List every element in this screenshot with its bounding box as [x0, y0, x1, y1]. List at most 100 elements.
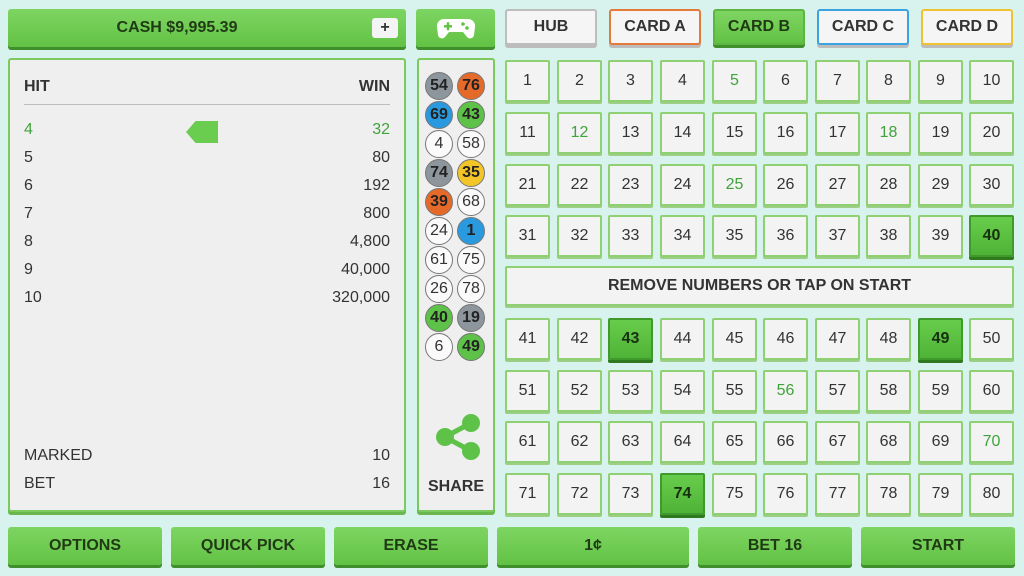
number-cell-37[interactable]: 37 — [815, 215, 860, 257]
number-cell-68[interactable]: 68 — [866, 421, 911, 463]
number-cell-20[interactable]: 20 — [969, 112, 1014, 154]
number-cell-21[interactable]: 21 — [505, 164, 550, 206]
number-cell-2[interactable]: 2 — [557, 60, 602, 102]
number-cell-61[interactable]: 61 — [505, 421, 550, 463]
number-cell-57[interactable]: 57 — [815, 370, 860, 412]
denomination-button[interactable]: 1¢ — [497, 527, 689, 565]
number-cell-42[interactable]: 42 — [557, 318, 602, 360]
number-cell-66[interactable]: 66 — [763, 421, 808, 463]
add-cash-button[interactable]: + — [372, 18, 398, 38]
number-cell-71[interactable]: 71 — [505, 473, 550, 515]
number-cell-35[interactable]: 35 — [712, 215, 757, 257]
number-cell-10[interactable]: 10 — [969, 60, 1014, 102]
number-cell-30[interactable]: 30 — [969, 164, 1014, 206]
number-cell-40[interactable]: 40 — [969, 215, 1014, 257]
options-button[interactable]: OPTIONS — [8, 527, 162, 565]
number-cell-53[interactable]: 53 — [608, 370, 653, 412]
number-cell-15[interactable]: 15 — [712, 112, 757, 154]
tab-card-d[interactable]: CARD D — [921, 9, 1013, 45]
number-cell-62[interactable]: 62 — [557, 421, 602, 463]
number-cell-28[interactable]: 28 — [866, 164, 911, 206]
number-cell-16[interactable]: 16 — [763, 112, 808, 154]
number-cell-29[interactable]: 29 — [918, 164, 963, 206]
tab-card-b[interactable]: CARD B — [713, 9, 805, 45]
number-cell-33[interactable]: 33 — [608, 215, 653, 257]
number-cell-24[interactable]: 24 — [660, 164, 705, 206]
number-cell-38[interactable]: 38 — [866, 215, 911, 257]
number-cell-74[interactable]: 74 — [660, 473, 705, 515]
number-cell-6[interactable]: 6 — [763, 60, 808, 102]
number-cell-60[interactable]: 60 — [969, 370, 1014, 412]
drawn-ball: 76 — [457, 72, 485, 100]
paytable-panel: HIT WIN 4 32 5 80 6 192 7 800 8 4,800 9 40,000 10 320… — [8, 58, 406, 512]
number-cell-73[interactable]: 73 — [608, 473, 653, 515]
number-cell-25[interactable]: 25 — [712, 164, 757, 206]
start-button[interactable]: START — [861, 527, 1015, 565]
number-cell-41[interactable]: 41 — [505, 318, 550, 360]
number-cell-58[interactable]: 58 — [866, 370, 911, 412]
number-cell-77[interactable]: 77 — [815, 473, 860, 515]
number-cell-39[interactable]: 39 — [918, 215, 963, 257]
games-button[interactable] — [416, 9, 495, 47]
number-cell-69[interactable]: 69 — [918, 421, 963, 463]
number-cell-7[interactable]: 7 — [815, 60, 860, 102]
number-cell-34[interactable]: 34 — [660, 215, 705, 257]
tab-hub[interactable]: HUB — [505, 9, 597, 45]
number-cell-70[interactable]: 70 — [969, 421, 1014, 463]
number-cell-67[interactable]: 67 — [815, 421, 860, 463]
number-cell-72[interactable]: 72 — [557, 473, 602, 515]
number-cell-22[interactable]: 22 — [557, 164, 602, 206]
number-cell-75[interactable]: 75 — [712, 473, 757, 515]
number-cell-64[interactable]: 64 — [660, 421, 705, 463]
number-cell-11[interactable]: 11 — [505, 112, 550, 154]
number-cell-36[interactable]: 36 — [763, 215, 808, 257]
quick-pick-button[interactable]: QUICK PICK — [171, 527, 325, 565]
number-cell-52[interactable]: 52 — [557, 370, 602, 412]
number-cell-80[interactable]: 80 — [969, 473, 1014, 515]
number-cell-4[interactable]: 4 — [660, 60, 705, 102]
drawn-numbers-panel: 54 76 69 43 4 58 74 35 39 68 24 1 61 75 26 78 40 19 6 49 SH… — [417, 58, 495, 512]
number-cell-1[interactable]: 1 — [505, 60, 550, 102]
number-cell-50[interactable]: 50 — [969, 318, 1014, 360]
number-cell-12[interactable]: 12 — [557, 112, 602, 154]
number-cell-8[interactable]: 8 — [866, 60, 911, 102]
number-cell-56[interactable]: 56 — [763, 370, 808, 412]
erase-button[interactable]: ERASE — [334, 527, 488, 565]
number-cell-26[interactable]: 26 — [763, 164, 808, 206]
number-cell-3[interactable]: 3 — [608, 60, 653, 102]
share-label[interactable]: SHARE — [419, 478, 493, 496]
number-cell-14[interactable]: 14 — [660, 112, 705, 154]
number-cell-48[interactable]: 48 — [866, 318, 911, 360]
number-cell-59[interactable]: 59 — [918, 370, 963, 412]
number-cell-19[interactable]: 19 — [918, 112, 963, 154]
number-cell-32[interactable]: 32 — [557, 215, 602, 257]
number-cell-5[interactable]: 5 — [712, 60, 757, 102]
number-cell-9[interactable]: 9 — [918, 60, 963, 102]
number-cell-17[interactable]: 17 — [815, 112, 860, 154]
number-cell-27[interactable]: 27 — [815, 164, 860, 206]
bet-button[interactable]: BET 16 — [698, 527, 852, 565]
number-cell-45[interactable]: 45 — [712, 318, 757, 360]
tab-card-a[interactable]: CARD A — [609, 9, 701, 45]
number-cell-44[interactable]: 44 — [660, 318, 705, 360]
number-cell-65[interactable]: 65 — [712, 421, 757, 463]
number-cell-23[interactable]: 23 — [608, 164, 653, 206]
number-cell-55[interactable]: 55 — [712, 370, 757, 412]
number-cell-46[interactable]: 46 — [763, 318, 808, 360]
number-cell-54[interactable]: 54 — [660, 370, 705, 412]
drawn-ball: 69 — [425, 101, 453, 129]
number-cell-79[interactable]: 79 — [918, 473, 963, 515]
number-cell-63[interactable]: 63 — [608, 421, 653, 463]
number-cell-78[interactable]: 78 — [866, 473, 911, 515]
tab-card-c[interactable]: CARD C — [817, 9, 909, 45]
number-cell-47[interactable]: 47 — [815, 318, 860, 360]
number-cell-31[interactable]: 31 — [505, 215, 550, 257]
cash-display[interactable]: CASH $9,995.39 + — [8, 9, 406, 47]
number-cell-76[interactable]: 76 — [763, 473, 808, 515]
number-cell-13[interactable]: 13 — [608, 112, 653, 154]
number-cell-49[interactable]: 49 — [918, 318, 963, 360]
number-cell-43[interactable]: 43 — [608, 318, 653, 360]
share-icon[interactable] — [433, 412, 483, 462]
number-cell-18[interactable]: 18 — [866, 112, 911, 154]
number-cell-51[interactable]: 51 — [505, 370, 550, 412]
